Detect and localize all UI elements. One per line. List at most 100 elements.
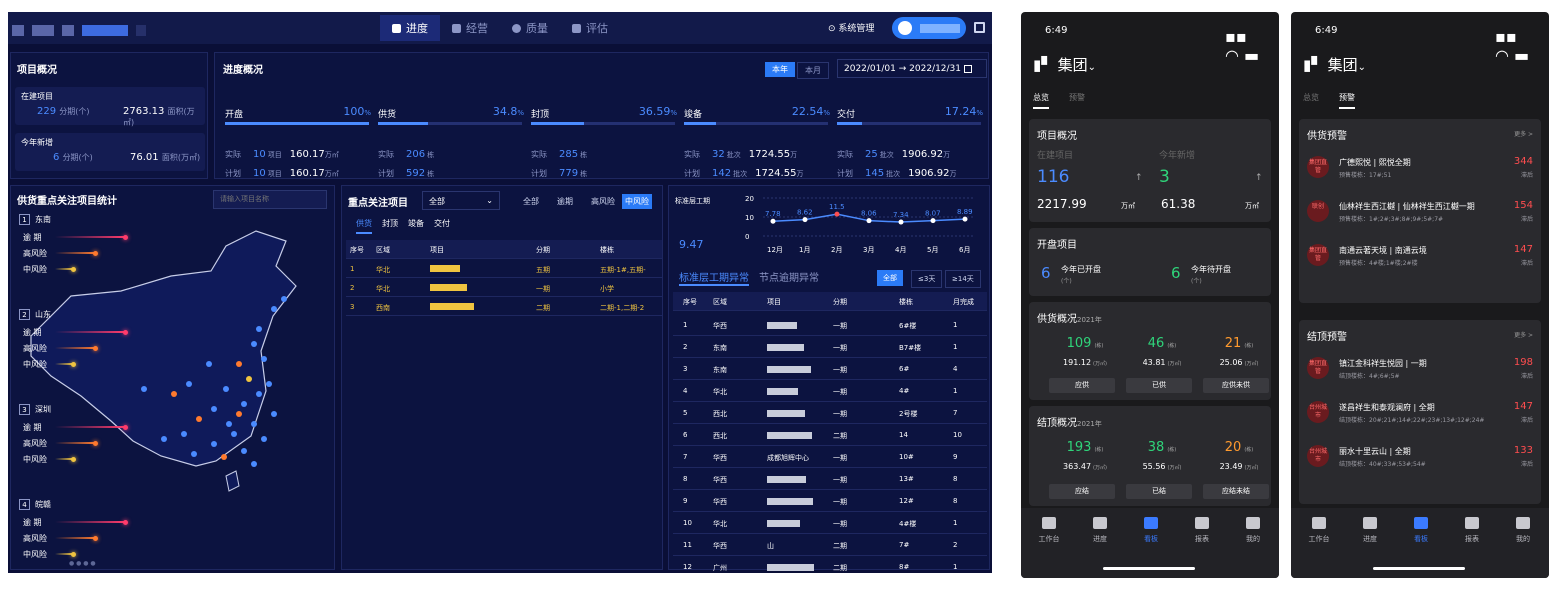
project-map-dot[interactable] [141, 386, 147, 392]
table-row[interactable]: 5 西北 一期 2号楼 7 [673, 402, 987, 424]
project-map-dot[interactable] [246, 376, 252, 382]
project-map-dot[interactable] [251, 341, 257, 347]
focus-tab-3[interactable]: 交付 [434, 218, 450, 232]
table-row[interactable]: 1 华西 一期 6#楼 1 [673, 314, 987, 336]
table-row[interactable]: 2 东南 一期 B7#楼 1 [673, 336, 987, 358]
project-map-dot[interactable] [236, 361, 242, 367]
warning-item[interactable]: 集团直管 镇江金科祥生悦园 | 一期 结顶楼栋：4#;6#;5# 198 滞后 [1307, 354, 1533, 390]
nav-item-3[interactable]: 报表 [1182, 517, 1222, 544]
data-point[interactable] [834, 211, 840, 217]
focus-tab-0[interactable]: 供货 [356, 218, 372, 234]
project-map-dot[interactable] [221, 454, 227, 460]
std-tab-1[interactable]: 节点逾期异常 [759, 269, 819, 284]
focus-tab-1[interactable]: 封顶 [382, 218, 398, 232]
more-link[interactable]: 更多 > [1514, 330, 1533, 339]
project-map-dot[interactable] [236, 411, 242, 417]
table-row[interactable]: 10 华北 一期 4#楼 1 [673, 512, 987, 534]
summary-button[interactable]: 应结 [1049, 484, 1115, 499]
data-point[interactable] [770, 218, 776, 224]
project-map-dot[interactable] [196, 416, 202, 422]
region-group[interactable]: 1 东南 [19, 214, 51, 225]
fullscreen-icon[interactable] [974, 22, 985, 33]
table-row[interactable]: 1 华北 五期 五期-1#,五期- [346, 259, 662, 278]
nav-item-1[interactable]: 进度 [1080, 517, 1120, 544]
table-row[interactable]: 6 西北 二期 14 10 [673, 424, 987, 446]
project-map-dot[interactable] [161, 436, 167, 442]
project-map-dot[interactable] [241, 448, 247, 454]
warning-item[interactable]: 台州城市 遂昌祥生和泰观澜府 | 全期 结顶楼栋：20#;21#;14#;22#;2… [1307, 398, 1533, 434]
nav-item-2[interactable]: 看板 [1131, 517, 1171, 544]
brand-title[interactable]: ▮▘ 集团⌄ [1033, 54, 1096, 75]
project-map-dot[interactable] [206, 361, 212, 367]
nav-item-0[interactable]: 工作台 [1029, 517, 1069, 544]
nav-item-3[interactable]: 报表 [1452, 517, 1492, 544]
region-select[interactable]: 全部 ⌄ [422, 191, 500, 210]
nav-item-0[interactable]: 工作台 [1299, 517, 1339, 544]
tab-overview[interactable]: 总览 [1303, 92, 1319, 103]
std-filter-1[interactable]: ≤3天 [911, 270, 943, 288]
project-map-dot[interactable] [251, 461, 257, 467]
summary-button[interactable]: 应结未结 [1203, 484, 1269, 499]
project-map-dot[interactable] [226, 421, 232, 427]
toggle-year[interactable]: 本年 [765, 62, 795, 77]
std-tab-0[interactable]: 标准层工期异常 [679, 269, 749, 286]
tab-warning[interactable]: 预警 [1339, 92, 1355, 109]
data-point[interactable] [866, 218, 872, 224]
data-point[interactable] [802, 217, 808, 223]
tab-business[interactable]: 经营 [440, 15, 500, 41]
project-map-dot[interactable] [191, 451, 197, 457]
tab-quality[interactable]: 质量 [500, 15, 560, 41]
date-range-picker[interactable]: 2022/01/01 → 2022/12/31 [837, 59, 987, 78]
project-map-dot[interactable] [256, 326, 262, 332]
table-row[interactable]: 7 华西 成都旭辉中心 一期 10# 9 [673, 446, 987, 468]
project-map-dot[interactable] [271, 306, 277, 312]
std-filter-2[interactable]: ≥14天 [945, 270, 981, 288]
nav-item-4[interactable]: 我的 [1233, 517, 1273, 544]
table-row[interactable]: 3 西南 二期 二期-1,二期-2 [346, 297, 662, 316]
summary-button[interactable]: 已供 [1126, 378, 1192, 393]
warning-item[interactable]: 联创 仙林祥生西江樾 | 仙林祥生西江樾一期 预售楼栋：1#;2#;3#;8#;9#… [1307, 197, 1533, 233]
warning-item[interactable]: 集团直管 广德熙悦 | 熙悦全期 预售楼栋：17#;51 344 滞后 [1307, 153, 1533, 189]
focus-filter-3[interactable]: 中风险 [622, 194, 652, 209]
table-row[interactable]: 12 广州 二期 8# 1 [673, 556, 987, 573]
data-point[interactable] [898, 219, 904, 225]
table-row[interactable]: 9 华西 一期 12# 8 [673, 490, 987, 512]
data-point[interactable] [930, 218, 936, 224]
tab-warning[interactable]: 预警 [1069, 92, 1085, 103]
region-group[interactable]: 2 山东 [19, 309, 51, 320]
project-map-dot[interactable] [281, 296, 287, 302]
tab-progress[interactable]: 进度 [380, 15, 440, 41]
project-map-dot[interactable] [181, 431, 187, 437]
project-map-dot[interactable] [251, 421, 257, 427]
region-group[interactable]: 3 深圳 [19, 404, 51, 415]
summary-button[interactable]: 应供 [1049, 378, 1115, 393]
warning-item[interactable]: 台州城市 丽水十里云山 | 全期 结顶楼栋：40#;33#;53#;54# 133 滞后 [1307, 442, 1533, 478]
tab-evaluate[interactable]: 评估 [560, 15, 620, 41]
project-map-dot[interactable] [241, 401, 247, 407]
table-row[interactable]: 3 东南 一期 6# 4 [673, 358, 987, 380]
summary-button[interactable]: 已结 [1126, 484, 1192, 499]
focus-filter-0[interactable]: 全部 [520, 194, 542, 209]
data-point[interactable] [962, 216, 968, 222]
summary-button[interactable]: 应供未供 [1203, 378, 1269, 393]
project-map-dot[interactable] [256, 391, 262, 397]
warning-item[interactable]: 集团直管 南通云著天境 | 南通云境 预售楼栋：4#楼;1#楼;2#楼 147 滞后 [1307, 241, 1533, 277]
toggle-month[interactable]: 本月 [797, 62, 829, 79]
focus-filter-2[interactable]: 高风险 [588, 194, 618, 209]
project-map-dot[interactable] [211, 441, 217, 447]
project-map-dot[interactable] [171, 391, 177, 397]
table-row[interactable]: 4 华北 一期 4# 1 [673, 380, 987, 402]
nav-item-1[interactable]: 进度 [1350, 517, 1390, 544]
pager-dots[interactable]: ● ● ● ● [69, 560, 96, 567]
std-filter-0[interactable]: 全部 [877, 270, 903, 286]
nav-item-2[interactable]: 看板 [1401, 517, 1441, 544]
user-menu[interactable] [892, 17, 966, 39]
focus-tab-2[interactable]: 竣备 [408, 218, 424, 232]
nav-item-4[interactable]: 我的 [1503, 517, 1543, 544]
tab-overview[interactable]: 总览 [1033, 92, 1049, 109]
project-map-dot[interactable] [271, 411, 277, 417]
table-row[interactable]: 2 华北 一期 小学 [346, 278, 662, 297]
project-map-dot[interactable] [186, 381, 192, 387]
table-row[interactable]: 11 华西 山 二期 7# 2 [673, 534, 987, 556]
project-map-dot[interactable] [211, 406, 217, 412]
